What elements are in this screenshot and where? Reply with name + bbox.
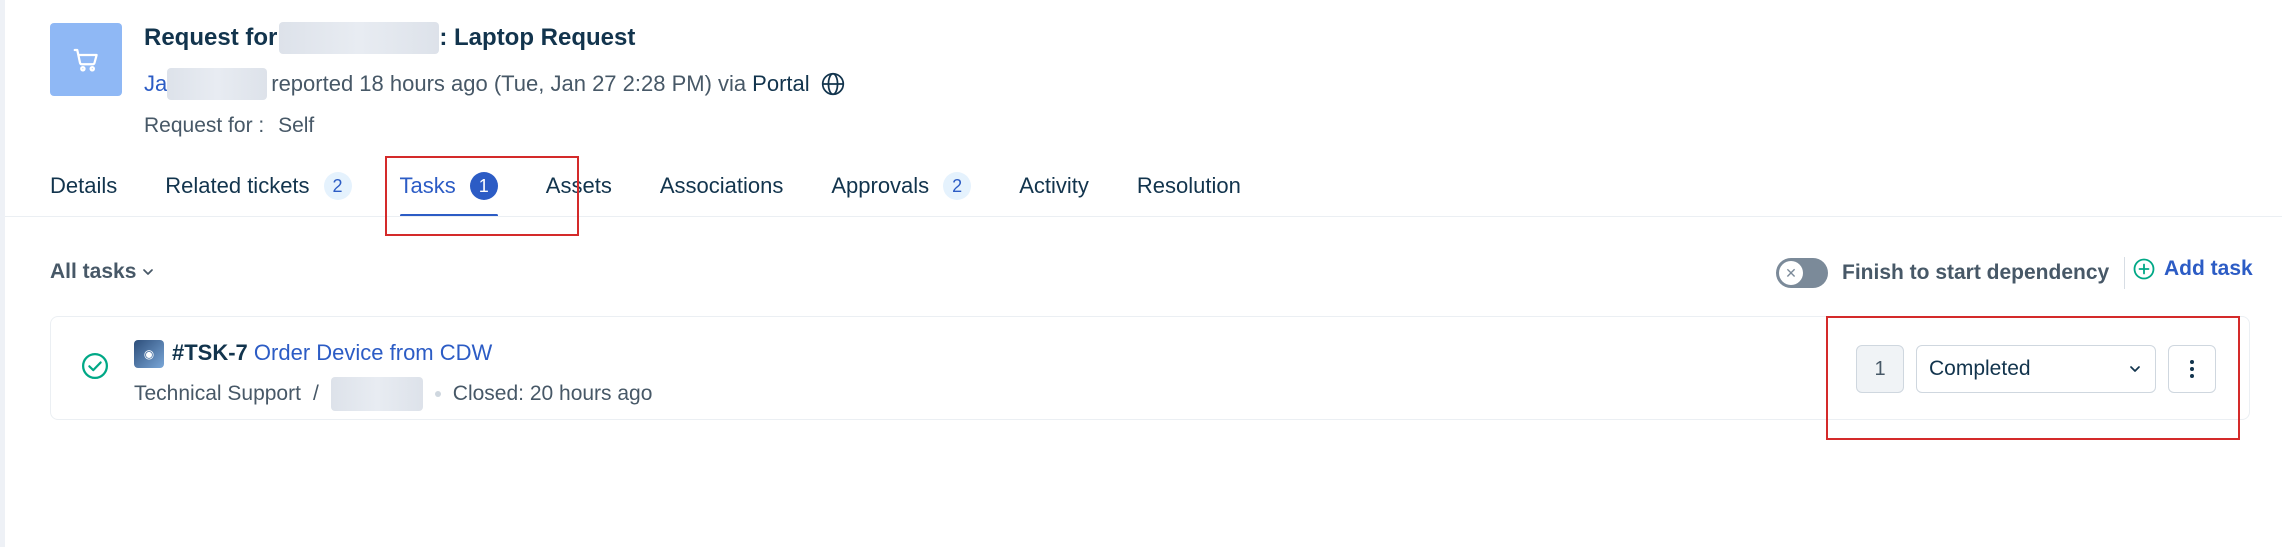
tab-count-badge: 2 (943, 172, 972, 200)
tab-activity[interactable]: Activity (1019, 168, 1089, 204)
all-tasks-filter[interactable]: All tasks (50, 260, 156, 284)
request-for-value: Self (278, 114, 315, 137)
tab-label: Related tickets (165, 173, 310, 198)
tab-label: Resolution (1136, 173, 1241, 198)
source-label: Portal (752, 71, 810, 96)
task-closed-text: Closed: 20 hours ago (452, 382, 653, 405)
task-separator: / (312, 382, 319, 405)
all-tasks-label: All tasks (50, 260, 137, 283)
task-title: #TSK-7 Order Device from CDW (172, 340, 492, 366)
page-title: Request for : Laptop Request (144, 22, 635, 54)
chevron-down-icon (143, 269, 154, 275)
title-prefix: Request for (144, 24, 278, 51)
tabs-divider (5, 216, 2282, 217)
task-app-icon: ◉ (134, 340, 164, 368)
tab-resolution[interactable]: Resolution (1137, 168, 1241, 204)
request-for-label: Request for : (144, 114, 265, 137)
tab-associations[interactable]: Associations (660, 168, 784, 204)
task-name-link[interactable]: Order Device from CDW (254, 340, 492, 365)
add-task-button[interactable]: Add task (2132, 257, 2253, 281)
dependency-toggle[interactable]: ✕ (1776, 258, 1828, 288)
dependency-toggle-row: ✕ Finish to start dependency (1776, 258, 2109, 288)
reported-text: reported 18 hours ago (Tue, Jan 27 2:28 … (271, 71, 747, 96)
check-circle-icon (82, 353, 108, 379)
toolbar-divider (2124, 257, 2125, 289)
requester-link[interactable]: Ja (144, 71, 167, 97)
redacted-requester-name (279, 22, 440, 54)
tab-label: Activity (1019, 173, 1089, 198)
redacted-agent (330, 377, 423, 411)
highlight-box-task-status (1826, 316, 2240, 440)
meta-dot (434, 391, 441, 397)
cart-icon (73, 48, 98, 72)
dependency-label: Finish to start dependency (1842, 261, 2110, 284)
tab-approvals[interactable]: Approvals 2 (831, 168, 972, 204)
request-for-row: Request for : Self (144, 114, 314, 138)
highlight-box-tasks-tab (385, 156, 579, 236)
request-meta: Ja reported 18 hours ago (Tue, Jan 27 2:… (144, 68, 846, 100)
task-group: Technical Support (134, 382, 301, 405)
tab-label: Details (50, 173, 118, 198)
task-id: #TSK-7 (172, 340, 248, 365)
tab-bar: Details Related tickets 2 Tasks 1 Assets… (50, 168, 1289, 218)
tab-details[interactable]: Details (50, 168, 117, 204)
globe-icon (821, 72, 844, 96)
request-type-icon (50, 23, 122, 96)
redacted-requester (167, 68, 268, 100)
tab-label: Approvals (831, 173, 930, 198)
tab-count-badge: 2 (323, 172, 352, 200)
tab-related-tickets[interactable]: Related tickets 2 (165, 168, 352, 204)
task-status-check (80, 351, 110, 386)
tab-label: Associations (659, 173, 784, 198)
add-task-label: Add task (2164, 257, 2253, 280)
plus-circle-icon (2133, 258, 2155, 280)
toggle-off-icon: ✕ (1779, 261, 1803, 285)
title-suffix: : Laptop Request (439, 24, 636, 51)
left-rail (0, 0, 5, 547)
task-meta: Technical Support / Closed: 20 hours ago (134, 377, 652, 411)
